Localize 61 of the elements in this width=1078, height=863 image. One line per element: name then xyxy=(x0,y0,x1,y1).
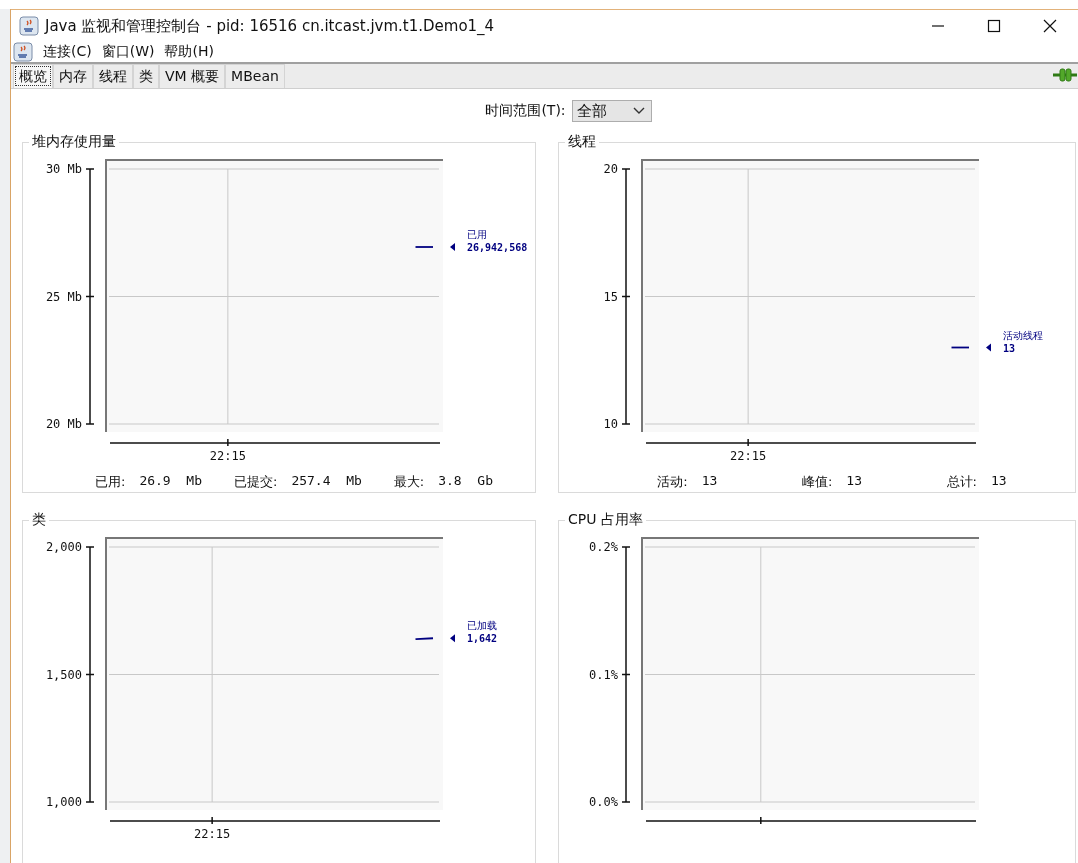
axis-label: 2,000 xyxy=(45,540,82,554)
axis-label: 0.1% xyxy=(589,667,618,682)
stat-value: 13 xyxy=(991,473,1007,490)
marker-icon xyxy=(450,634,455,643)
panel-title: 堆内存使用量 xyxy=(31,134,117,151)
panel-title: 类 xyxy=(31,512,47,529)
stat-value: 13 xyxy=(701,473,718,490)
time-range-dropdown[interactable]: 全部 xyxy=(571,100,652,122)
legend-value: 13 xyxy=(1003,342,1016,354)
panel-title: CPU 占用率 xyxy=(567,512,644,529)
tab[interactable]: 概览 xyxy=(13,64,53,88)
stat-label: 已提交: xyxy=(234,473,278,491)
stat-label: 最大: xyxy=(393,473,425,491)
axis-label: 22:15 xyxy=(730,449,767,463)
axis-label: 25 Mb xyxy=(45,289,82,304)
stat-value: 13 xyxy=(846,473,862,490)
axis-label: 20 xyxy=(603,162,618,176)
tab[interactable]: 类 xyxy=(133,64,159,88)
axis-label: 20 Mb xyxy=(45,417,82,431)
axis-label: 1,500 xyxy=(45,667,82,682)
time-range-label: 时间范围(T): xyxy=(485,102,566,120)
close-icon xyxy=(1043,19,1057,33)
data-line xyxy=(951,346,969,349)
data-line xyxy=(415,246,433,248)
legend-label: 活动线程 xyxy=(1003,329,1043,341)
panel-title: 线程 xyxy=(567,134,597,151)
axis-label: 0.2% xyxy=(589,540,618,554)
java-cup-icon xyxy=(13,42,33,62)
menu-item[interactable]: 连接(C) xyxy=(43,43,92,61)
tab[interactable]: MBean xyxy=(225,64,285,88)
tab[interactable]: 线程 xyxy=(93,64,133,88)
stat-label: 已用: xyxy=(95,473,126,491)
axis-label: 10 xyxy=(603,417,618,431)
legend-value: 26,942,568 xyxy=(467,242,528,254)
menu-item[interactable]: 帮助(H) xyxy=(164,43,214,61)
stat-value: 257.4 Mb xyxy=(291,473,362,490)
stat-value: 3.8 Gb xyxy=(438,473,493,490)
legend-label: 已用 xyxy=(467,229,487,241)
menu-item[interactable]: 窗口(W) xyxy=(101,43,155,61)
axis-label: 0.0% xyxy=(589,795,618,809)
legend-value: 1,642 xyxy=(467,633,498,645)
axis-label: 30 Mb xyxy=(45,162,82,176)
maximize-icon xyxy=(987,19,1001,33)
window-title: Java 监视和管理控制台 - pid: 16516 cn.itcast.jvm.t1.Demo1_4 xyxy=(45,16,495,36)
stat-label: 峰值: xyxy=(801,473,833,491)
plug-icon xyxy=(1052,67,1078,83)
stat-label: 总计: xyxy=(946,473,977,491)
java-cup-icon xyxy=(19,16,39,36)
marker-icon xyxy=(450,243,455,252)
data-line xyxy=(415,637,433,640)
stat-label: 活动: xyxy=(657,473,688,491)
tab[interactable]: 内存 xyxy=(53,64,93,88)
axis-label: 1,000 xyxy=(45,795,82,809)
tab[interactable]: VM 概要 xyxy=(159,64,226,88)
chevron-down-icon xyxy=(632,107,645,115)
marker-icon xyxy=(986,343,991,352)
axis-label: 22:15 xyxy=(209,449,246,463)
stat-value: 26.9 Mb xyxy=(139,473,202,490)
legend-label: 已加载 xyxy=(467,620,497,632)
axis-label: 15 xyxy=(603,289,618,304)
axis-label: 22:15 xyxy=(194,827,231,841)
